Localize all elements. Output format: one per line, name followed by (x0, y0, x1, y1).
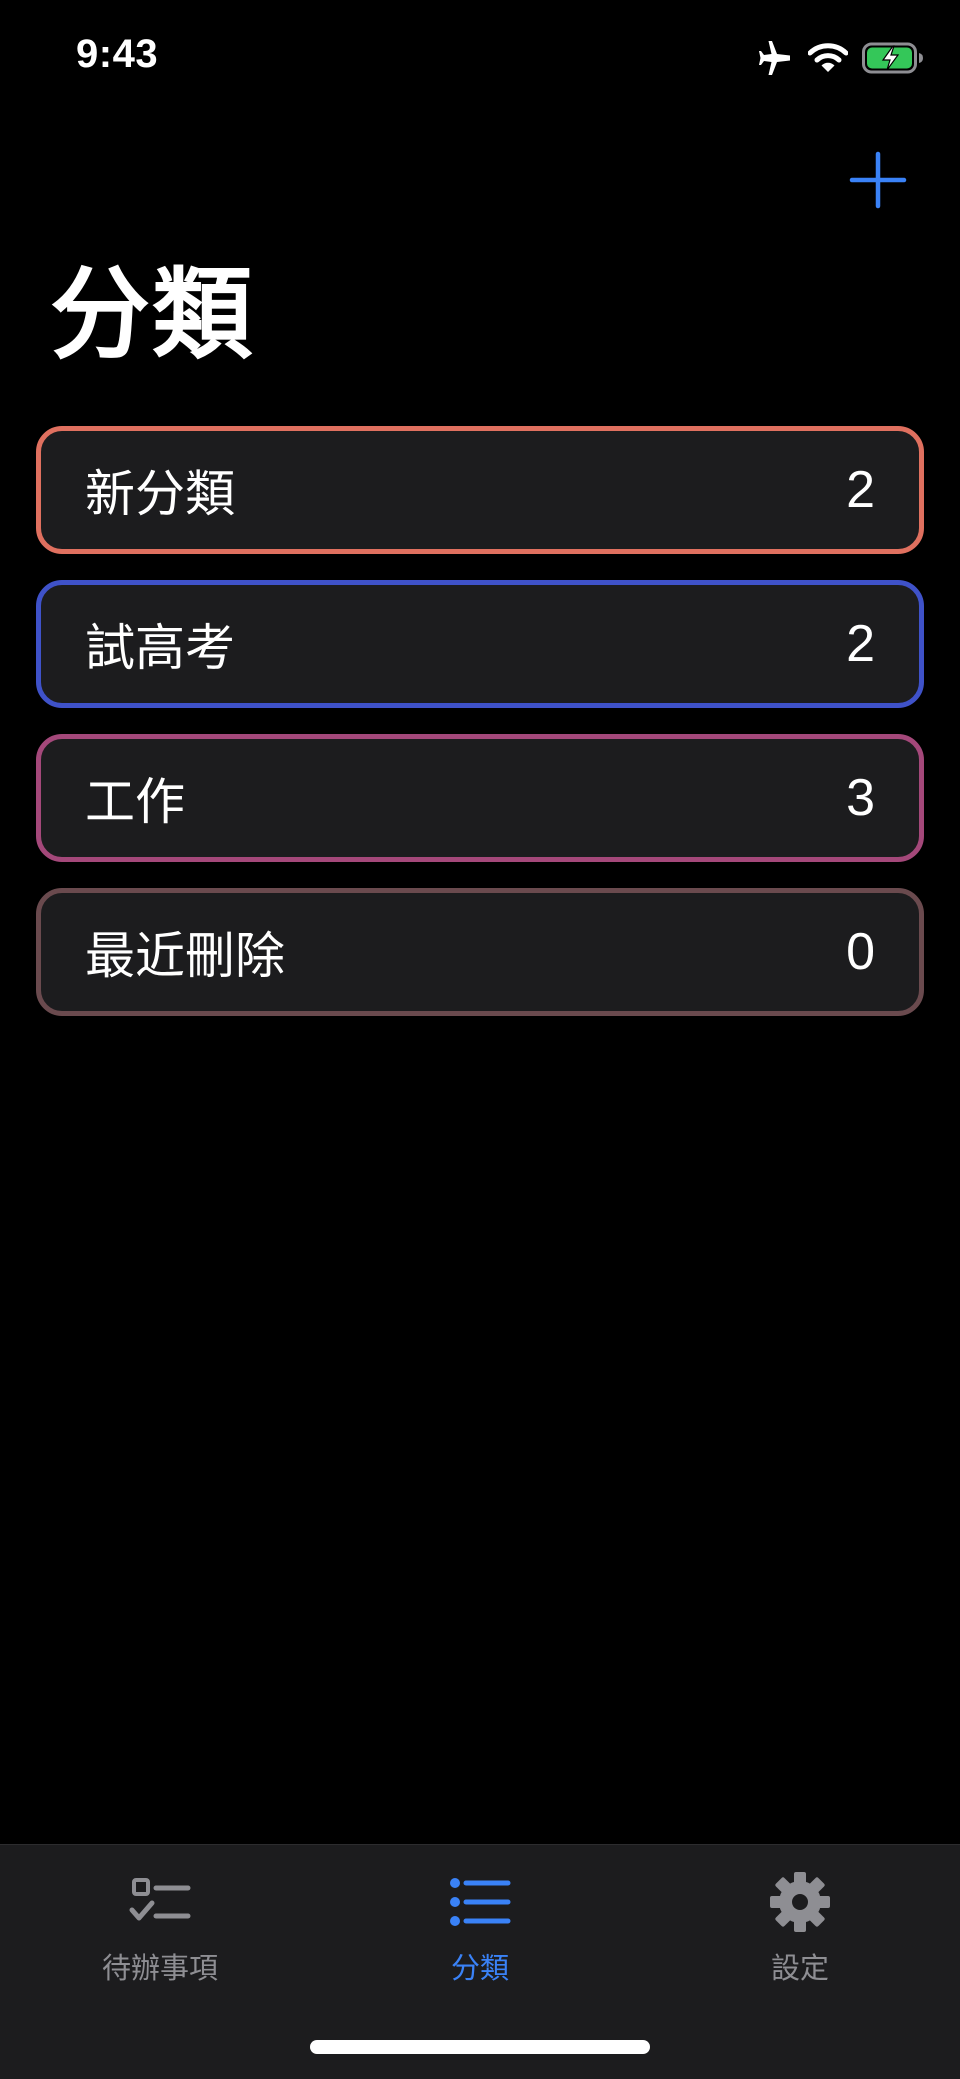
add-category-button[interactable] (848, 150, 908, 210)
category-count: 0 (846, 923, 875, 981)
gear-icon (768, 1870, 832, 1934)
category-count: 2 (846, 615, 875, 673)
tab-settings[interactable]: 設定 (640, 1869, 960, 1999)
category-item[interactable]: 最近刪除 0 (36, 888, 924, 1016)
home-indicator[interactable] (310, 2040, 650, 2054)
tab-label: 設定 (770, 1951, 829, 1985)
page-title: 分類 (50, 256, 254, 373)
category-name: 工作 (85, 773, 185, 831)
category-name: 試高考 (85, 619, 235, 677)
category-item[interactable]: 工作 3 (36, 734, 924, 862)
category-name: 新分類 (85, 465, 235, 523)
checklist-icon (128, 1876, 192, 1928)
category-count: 3 (846, 769, 875, 827)
tab-categories[interactable]: 分類 (320, 1869, 640, 1999)
category-count: 2 (846, 461, 875, 519)
list-icon (448, 1876, 512, 1928)
category-name: 最近刪除 (85, 927, 285, 985)
tab-label: 分類 (450, 1951, 509, 1985)
category-item[interactable]: 試高考 2 (36, 580, 924, 708)
airplane-icon (756, 41, 794, 75)
plus-icon (848, 150, 908, 210)
category-item[interactable]: 新分類 2 (36, 426, 924, 554)
status-bar: 9:43 (0, 0, 960, 118)
tab-label: 待辦事項 (101, 1951, 218, 1985)
tab-todo[interactable]: 待辦事項 (0, 1869, 320, 1999)
status-icons (756, 38, 924, 78)
battery-charging-icon (862, 42, 924, 74)
wifi-icon (808, 42, 848, 74)
category-list: 新分類 2 試高考 2 工作 3 最近刪除 0 (36, 426, 924, 1042)
status-time: 9:43 (76, 32, 159, 76)
